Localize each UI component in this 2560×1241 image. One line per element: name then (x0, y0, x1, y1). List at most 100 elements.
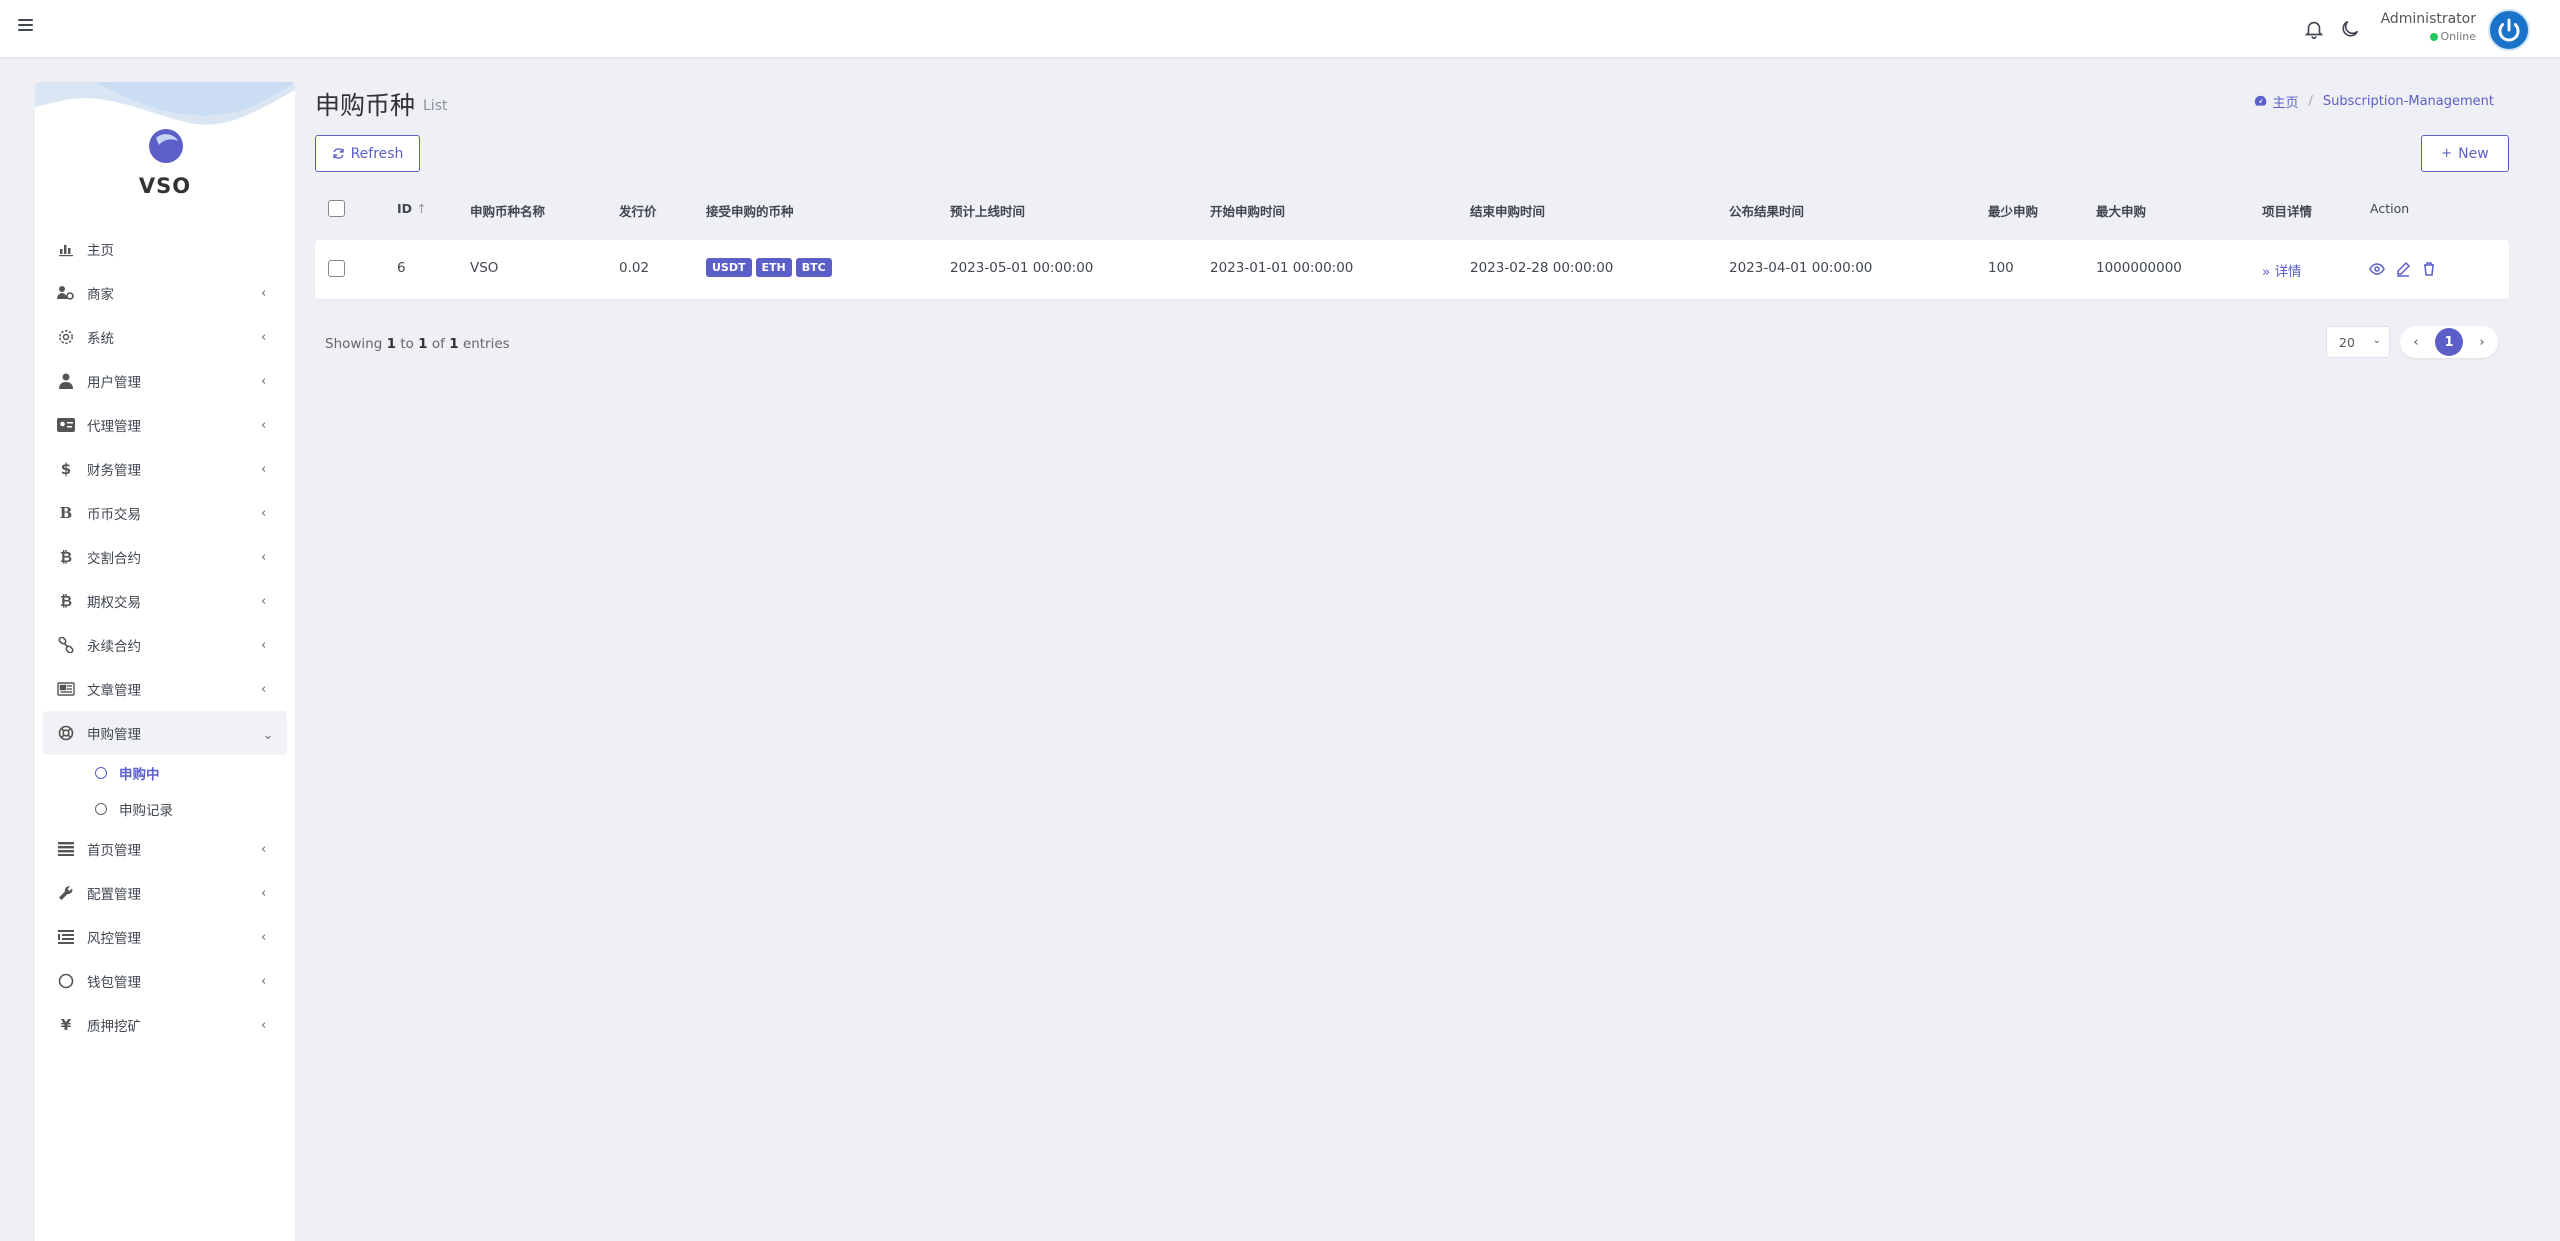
column-header-id[interactable]: ID ↑ (397, 201, 427, 216)
trash-icon[interactable] (2421, 261, 2437, 277)
column-header-action: Action (2370, 201, 2410, 216)
topbar: Administrator Online (0, 0, 2560, 58)
info-entries: entries (462, 336, 510, 352)
sidebar-subitem-subscription-records[interactable]: 申购记录 (43, 791, 287, 827)
row-checkbox[interactable] (328, 260, 345, 277)
sidebar-subitem-label: 申购中 (119, 767, 160, 783)
sidebar-item-label: 交割合约 (87, 551, 141, 567)
cell-end-time: 2023-02-28 00:00:00 (1470, 260, 1614, 276)
sidebar-subitem-label: 申购记录 (119, 803, 173, 819)
sort-arrow-up-icon: ↑ (416, 201, 427, 216)
sidebar-item-label: 申购管理 (87, 727, 141, 743)
sidebar-item-label: 配置管理 (87, 887, 141, 903)
detail-link[interactable]: » 详情 (2262, 260, 2302, 280)
table-row: 6 VSO 0.02 USDT ETH BTC 2023-05-01 00:00:0… (315, 240, 2509, 299)
chevron-left-icon: ‹ (261, 842, 267, 857)
chevron-left-icon: ‹ (261, 682, 267, 697)
sidebar-item-agent-management[interactable]: 代理管理 ‹ (43, 403, 287, 447)
sidebar-item-finance[interactable]: $ 财务管理 ‹ (43, 447, 287, 491)
entries-info: Showing 1 to 1 of 1 entries (325, 336, 510, 352)
sidebar-item-label: 文章管理 (87, 683, 141, 699)
user-status-label: Online (2440, 30, 2476, 43)
chevron-left-icon: ‹ (261, 330, 267, 345)
sidebar-item-spot-trading[interactable]: B 币币交易 ‹ (43, 491, 287, 535)
detail-link-label: 详情 (2274, 264, 2302, 280)
info-showing: Showing (325, 336, 383, 352)
moon-icon[interactable] (2339, 18, 2361, 40)
chevron-left-icon: ‹ (261, 974, 267, 989)
sidebar-item-delivery-contract[interactable]: ₿ 交割合约 ‹ (43, 535, 287, 579)
sidebar-item-risk-control[interactable]: 风控管理 ‹ (43, 915, 287, 959)
page-size-select[interactable]: 20 ⌄ (2326, 326, 2390, 358)
chevron-left-icon: ‹ (261, 886, 267, 901)
refresh-button[interactable]: Refresh (315, 135, 420, 172)
sidebar-item-staking-mining[interactable]: ¥ 质押挖矿 ‹ (43, 1003, 287, 1047)
new-button[interactable]: + New (2421, 135, 2509, 172)
coin-tag: BTC (795, 258, 832, 277)
avatar (2488, 9, 2530, 51)
column-header-accepted-coins: 接受申购的币种 (706, 204, 794, 219)
sidebar-item-label: 钱包管理 (87, 975, 141, 991)
cell-result-time: 2023-04-01 00:00:00 (1729, 260, 1873, 276)
breadcrumb-home[interactable]: 主页 (2272, 92, 2298, 111)
pagination: ‹ 1 › (2400, 326, 2498, 358)
sidebar-item-label: 质押挖矿 (87, 1019, 141, 1035)
chevron-left-icon: ‹ (261, 550, 267, 565)
life-ring-icon (57, 724, 75, 742)
sidebar-item-article-management[interactable]: 文章管理 ‹ (43, 667, 287, 711)
column-header-result-time: 公布结果时间 (1729, 204, 1805, 219)
logo-icon (149, 129, 183, 163)
sidebar-item-user-management[interactable]: 用户管理 ‹ (43, 359, 287, 403)
select-all-checkbox[interactable] (328, 200, 345, 217)
hamburger-menu-icon[interactable] (18, 16, 38, 36)
cell-start-time: 2023-01-01 00:00:00 (1210, 260, 1354, 276)
cell-launch-time: 2023-05-01 00:00:00 (950, 260, 1094, 276)
cell-id: 6 (397, 260, 406, 276)
cell-min: 100 (1988, 260, 2014, 276)
sidebar-item-label: 商家 (87, 287, 114, 303)
user-menu[interactable]: Administrator Online (2380, 9, 2540, 51)
sidebar-item-home[interactable]: 主页 (43, 227, 287, 271)
link-icon (57, 636, 75, 654)
page-button-current[interactable]: 1 (2435, 328, 2463, 356)
gear-icon (57, 328, 75, 346)
dashboard-icon (2255, 95, 2267, 106)
prev-page-button[interactable]: ‹ (2402, 328, 2430, 356)
column-header-name: 申购币种名称 (470, 204, 546, 219)
sidebar-item-config-management[interactable]: 配置管理 ‹ (43, 871, 287, 915)
column-header-detail: 项目详情 (2262, 204, 2313, 219)
circle-icon (57, 972, 75, 990)
table-header: ID ↑ 申购币种名称 发行价 接受申购的币种 预计上线时间 开始申购时间 结束… (315, 190, 2509, 228)
coin-tag: USDT (706, 258, 752, 277)
sidebar-item-label: 代理管理 (87, 419, 141, 435)
bell-icon[interactable] (2303, 18, 2325, 40)
sidebar-item-homepage-management[interactable]: 首页管理 ‹ (43, 827, 287, 871)
next-page-button[interactable]: › (2468, 328, 2496, 356)
sidebar-item-options-trading[interactable]: ₿ 期权交易 ‹ (43, 579, 287, 623)
sidebar-item-label: 首页管理 (87, 843, 141, 859)
sidebar-item-label: 用户管理 (87, 375, 141, 391)
sidebar-item-merchant[interactable]: 商家 ‹ (43, 271, 287, 315)
sidebar-item-perpetual-contract[interactable]: 永续合约 ‹ (43, 623, 287, 667)
sidebar-item-label: 期权交易 (87, 595, 141, 611)
user-name: Administrator (2380, 11, 2476, 27)
sidebar-item-label: 系统 (87, 331, 114, 347)
circle-icon (95, 803, 107, 815)
sidebar-item-system[interactable]: 系统 ‹ (43, 315, 287, 359)
eye-icon[interactable] (2369, 261, 2385, 277)
cell-accepted-coins: USDT ETH BTC (706, 258, 836, 277)
refresh-button-label: Refresh (350, 145, 404, 162)
sidebar-wave-decoration (35, 82, 295, 125)
bitcoin-b-icon: B (59, 504, 73, 522)
sidebar-item-label: 财务管理 (87, 463, 141, 479)
sidebar-subitem-subscribing[interactable]: 申购中 (43, 755, 287, 791)
sidebar-item-wallet-management[interactable]: 钱包管理 ‹ (43, 959, 287, 1003)
edit-icon[interactable] (2395, 261, 2411, 277)
info-to-word: to (400, 336, 414, 352)
chevron-left-icon: ‹ (261, 506, 267, 521)
chevron-down-icon: ⌄ (2372, 335, 2381, 346)
sidebar-item-subscription-management[interactable]: 申购管理 ‹ (43, 711, 287, 755)
chevron-left-icon: ‹ (261, 418, 267, 433)
chevron-left-icon: ‹ (261, 930, 267, 945)
sidebar-item-label: 风控管理 (87, 931, 141, 947)
